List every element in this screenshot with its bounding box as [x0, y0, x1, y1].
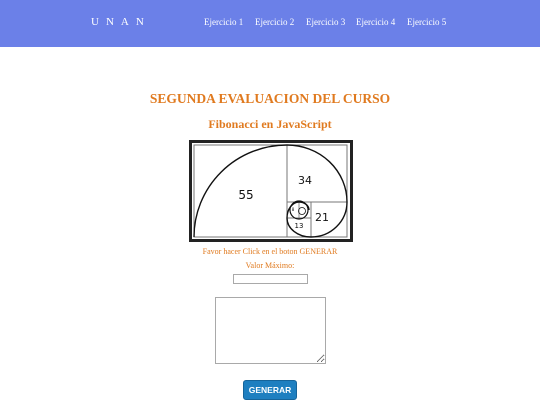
instruction-text: Favor hacer Click en el boton GENERAR: [202, 247, 338, 256]
max-value-label: Valor Máximo:: [245, 261, 295, 270]
nav-link-ejercicio-5[interactable]: Ejercicio 5: [407, 17, 446, 27]
nav-link-ejercicio-1[interactable]: Ejercicio 1: [204, 17, 243, 27]
nav-link-ejercicio-2[interactable]: Ejercicio 2: [255, 17, 294, 27]
label-21: 21: [315, 211, 329, 224]
max-value-input[interactable]: [233, 274, 308, 284]
nav-link-ejercicio-4[interactable]: Ejercicio 4: [356, 17, 395, 27]
page-title: SEGUNDA EVALUACION DEL CURSO: [149, 91, 391, 106]
fibonacci-spiral-image: 55 34 21 13 8: [189, 140, 353, 242]
brand-logo[interactable]: UNAN: [91, 16, 151, 28]
nav-link-ejercicio-3[interactable]: Ejercicio 3: [306, 17, 345, 27]
label-34: 34: [298, 174, 312, 187]
top-navbar: UNAN Ejercicio 1 Ejercicio 2 Ejercicio 3…: [0, 0, 540, 47]
label-55: 55: [238, 188, 253, 202]
generate-button[interactable]: GENERAR: [243, 380, 297, 400]
label-13: 13: [295, 222, 304, 230]
output-textarea[interactable]: [215, 297, 326, 364]
page-subtitle: Fibonacci en JavaScript: [208, 117, 332, 131]
label-8: 8: [292, 207, 295, 212]
